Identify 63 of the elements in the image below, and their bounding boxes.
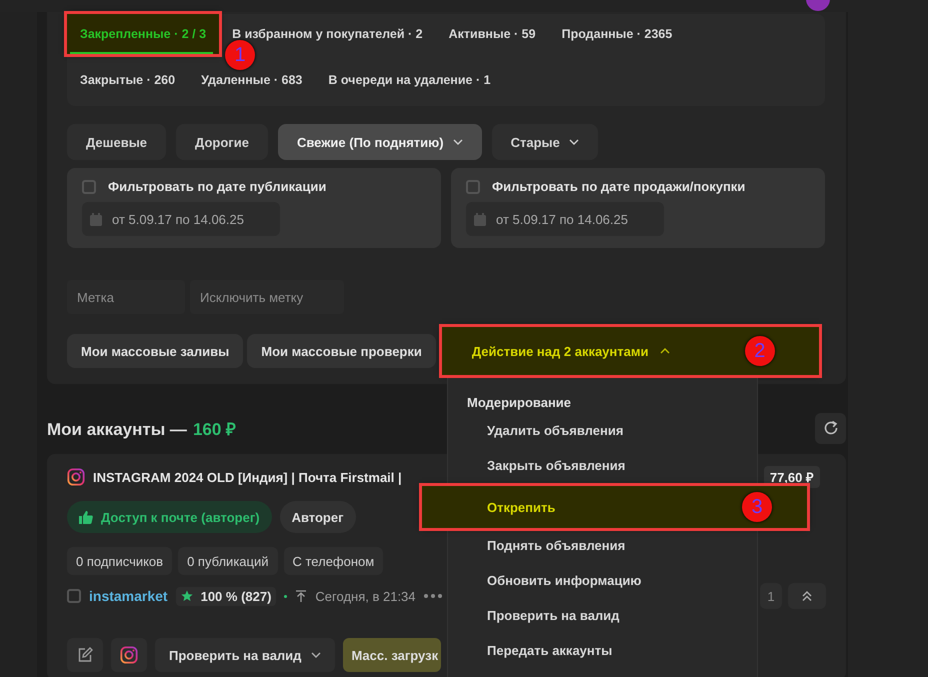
instagram-icon bbox=[67, 468, 85, 486]
account-tag: 0 подписчиков bbox=[67, 547, 172, 575]
menu-item[interactable]: Удалить объявления bbox=[448, 413, 757, 448]
checkbox[interactable] bbox=[82, 180, 96, 194]
annotation-number: 1 bbox=[225, 40, 256, 70]
date-range-field[interactable]: от 5.09.17 по 14.06.25 bbox=[466, 202, 664, 236]
account-badge: Доступ к почте (авторег) bbox=[67, 501, 272, 533]
tab[interactable]: Проданные · 2365 bbox=[548, 14, 686, 54]
sort-button[interactable]: Дешевые bbox=[67, 124, 166, 160]
account-badge: Авторег bbox=[280, 501, 356, 533]
instagram-icon bbox=[120, 646, 138, 664]
upload-icon bbox=[295, 590, 308, 602]
tag-field[interactable]: Исключить метку bbox=[190, 280, 344, 314]
edit-button[interactable] bbox=[67, 638, 103, 672]
menu-item[interactable]: Обновить информацию bbox=[448, 563, 757, 598]
caret-icon bbox=[311, 652, 322, 658]
action-dropdown[interactable]: Действие над 2 аккаунтами 2 bbox=[442, 327, 819, 375]
menu-item[interactable]: Открепить 3 bbox=[422, 486, 807, 528]
star-icon bbox=[180, 590, 193, 602]
thumbs-up-icon bbox=[79, 510, 93, 524]
filter-label: Фильтровать по дате продажи/покупки bbox=[492, 179, 746, 194]
tab[interactable]: В очереди на удаление · 1 bbox=[315, 60, 504, 100]
more-icon bbox=[424, 594, 442, 598]
edit-icon bbox=[77, 647, 93, 663]
seller-link[interactable]: instamarket bbox=[89, 588, 168, 604]
checkbox[interactable] bbox=[466, 180, 480, 194]
seller-rating: 100 % (827) bbox=[176, 586, 276, 606]
filter-label: Фильтровать по дате публикации bbox=[108, 179, 326, 194]
bulk-upload-button[interactable]: Масс. загрузк bbox=[343, 638, 442, 672]
section-heading: Мои аккаунты — 160 ₽ bbox=[47, 418, 236, 440]
bump-button[interactable] bbox=[788, 583, 826, 609]
action-button[interactable]: Мои массовые заливы bbox=[67, 334, 244, 368]
refresh-icon bbox=[822, 420, 838, 436]
action-button[interactable]: Мои массовые проверки bbox=[247, 334, 436, 368]
separator-dot bbox=[284, 594, 288, 598]
tab[interactable]: Закрепленные · 2 / 3 bbox=[67, 14, 220, 54]
tab[interactable]: Закрытые · 260 bbox=[67, 60, 188, 100]
calendar-icon bbox=[90, 212, 102, 226]
account-tag: С телефоном bbox=[284, 547, 384, 575]
menu-item[interactable]: Поднять объявления bbox=[448, 528, 757, 563]
sort-button[interactable]: Дорогие bbox=[176, 124, 268, 160]
menu-item[interactable]: Закрыть объявления bbox=[448, 448, 757, 483]
menu-item[interactable]: Передать аккаунты bbox=[448, 633, 757, 668]
counter: 1 bbox=[760, 583, 782, 609]
tab[interactable]: Активные · 59 bbox=[436, 14, 549, 54]
calendar-icon bbox=[474, 212, 486, 226]
bump-time: Сегодня, в 21:34 bbox=[315, 588, 416, 604]
annotation-number: 2 bbox=[744, 336, 775, 366]
chevrons-up-icon bbox=[801, 590, 813, 602]
caret-icon bbox=[660, 348, 670, 354]
sort-button[interactable]: Свежие (По поднятию) bbox=[278, 124, 482, 160]
annotation-number: 3 bbox=[742, 492, 772, 522]
menu-item[interactable]: Проверить на валид bbox=[448, 598, 757, 633]
date-range-field[interactable]: от 5.09.17 по 14.06.25 bbox=[82, 202, 280, 236]
instagram-button[interactable] bbox=[111, 638, 147, 672]
validate-dropdown[interactable]: Проверить на валид bbox=[155, 638, 336, 672]
menu-heading: Модерирование bbox=[466, 394, 572, 412]
tag-field[interactable]: Метка bbox=[67, 280, 185, 314]
refresh-button[interactable] bbox=[815, 412, 846, 444]
checkbox[interactable] bbox=[67, 589, 81, 603]
account-tag: 0 публикаций bbox=[178, 547, 278, 575]
sort-button[interactable]: Старые bbox=[492, 124, 598, 160]
account-title[interactable]: INSTAGRAM 2024 OLD [Индия] | Почта Firstmail | bbox=[93, 470, 402, 484]
